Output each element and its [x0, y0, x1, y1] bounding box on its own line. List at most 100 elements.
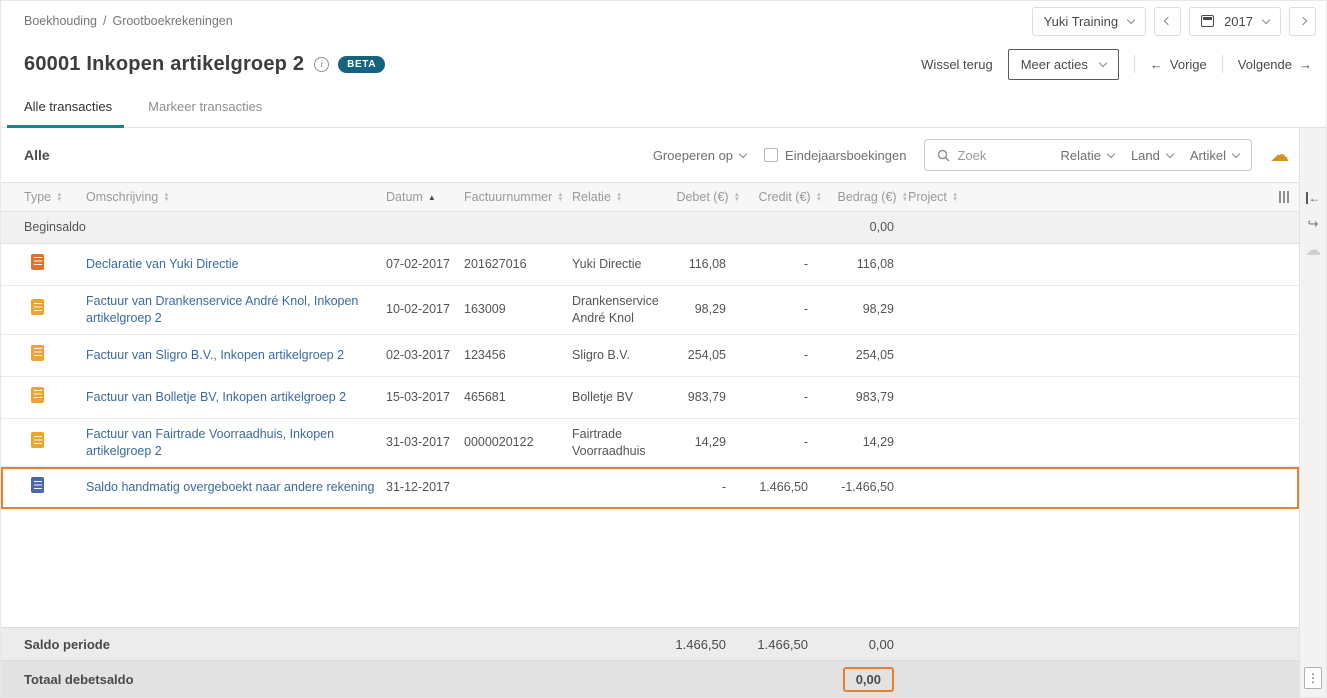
- administration-selector[interactable]: Yuki Training: [1031, 6, 1147, 36]
- volgende-label: Volgende: [1237, 56, 1292, 72]
- trailing-cell: [1261, 303, 1297, 317]
- groeperen-op-dropdown[interactable]: Groeperen op: [652, 147, 748, 163]
- meer-acties-button[interactable]: Meer acties: [1007, 48, 1119, 80]
- page-title: 60001 Inkopen artikelgroep 2: [24, 52, 305, 75]
- column-label: Project: [908, 190, 947, 204]
- transaction-row[interactable]: Factuur van Fairtrade Voorraadhuis, Inko…: [1, 418, 1299, 468]
- bedrag-cell: 116,08: [856, 256, 894, 271]
- transaction-row[interactable]: Factuur van Bolletje BV, Inkopen artikel…: [1, 376, 1299, 419]
- type-cell: [24, 470, 86, 505]
- datum-cell: 02-03-2017: [386, 347, 450, 362]
- transaction-description-link[interactable]: Factuur van Sligro B.V., Inkopen artikel…: [86, 348, 344, 362]
- column-header-omschrijving[interactable]: Omschrijving ▲ ▼: [86, 190, 386, 204]
- chevron-down-icon: [738, 149, 748, 158]
- invoice-document-icon: [31, 344, 44, 361]
- app-window: Boekhouding / Grootboekrekeningen Yuki T…: [0, 0, 1327, 698]
- info-icon[interactable]: i: [314, 56, 330, 72]
- transaction-row[interactable]: Factuur van Drankenservice André Knol, I…: [1, 285, 1299, 335]
- tab-alle-transacties[interactable]: Alle transacties: [6, 95, 125, 128]
- topbar: Boekhouding / Grootboekrekeningen Yuki T…: [1, 1, 1326, 41]
- type-cell: [24, 338, 86, 373]
- chevron-right-icon: [1298, 16, 1307, 26]
- transaction-rows: Declaratie van Yuki Directie 07-02-2017 20…: [1, 243, 1299, 510]
- wissel-terug-link[interactable]: Wissel terug: [921, 57, 993, 72]
- previous-year-button[interactable]: [1154, 6, 1182, 36]
- trailing-cell: [1261, 436, 1297, 450]
- row-options-button[interactable]: ⋮: [1304, 667, 1322, 689]
- debet-cell: 254,05: [687, 347, 726, 362]
- breadcrumb-boekhouding[interactable]: Boekhouding: [24, 14, 97, 28]
- filter-controls: Groeperen op Eindejaarsboekingen Re: [653, 139, 1289, 171]
- transaction-description-link[interactable]: Declaratie van Yuki Directie: [86, 257, 239, 271]
- eindejaarsboekingen-checkbox-wrap[interactable]: Eindejaarsboekingen: [764, 148, 906, 163]
- transaction-description-link[interactable]: Saldo handmatig overgeboekt naar andere …: [86, 480, 374, 494]
- land-dropdown[interactable]: Land: [1130, 147, 1175, 163]
- column-header-credit[interactable]: Credit (€) ▲ ▼: [740, 190, 822, 204]
- groeperen-op-label: Groeperen op: [652, 147, 734, 163]
- transaction-row[interactable]: Saldo handmatig overgeboekt naar andere …: [1, 467, 1299, 510]
- debet-cell: 116,08: [688, 256, 726, 271]
- empty-area: [1, 509, 1299, 627]
- project-cell: [908, 257, 1261, 271]
- trailing-cell: [1261, 257, 1297, 271]
- column-label: Omschrijving: [86, 190, 159, 204]
- saldo-periode-debet: 1.466,50: [675, 636, 726, 652]
- credit-cell: -: [803, 302, 808, 317]
- export-cloud-icon[interactable]: ☁: [1270, 146, 1289, 165]
- bedrag-cell: -1.466,50: [841, 480, 894, 495]
- transaction-description-link[interactable]: Factuur van Bolletje BV, Inkopen artikel…: [86, 390, 346, 404]
- transaction-description-link[interactable]: Factuur van Drankenservice André Knol, I…: [86, 294, 358, 325]
- redo-arrow-icon[interactable]: ↪: [1308, 217, 1319, 230]
- saldo-periode-bedrag: 0,00: [868, 636, 894, 652]
- search-input[interactable]: [957, 147, 1044, 163]
- artikel-dropdown[interactable]: Artikel: [1190, 148, 1241, 163]
- datum-cell: 15-03-2017: [386, 389, 450, 404]
- credit-cell: -: [803, 435, 808, 450]
- next-year-button[interactable]: [1289, 6, 1316, 36]
- vorige-link[interactable]: ← Vorige: [1150, 57, 1207, 72]
- column-label: Relatie: [572, 190, 611, 204]
- cloud-disabled-icon[interactable]: ☁: [1305, 243, 1321, 259]
- transaction-row[interactable]: Declaratie van Yuki Directie 07-02-2017 20…: [1, 243, 1299, 286]
- breadcrumb-grootboekrekeningen[interactable]: Grootboekrekeningen: [112, 14, 232, 28]
- type-cell: [24, 425, 86, 460]
- journal-document-icon: [31, 477, 44, 494]
- land-label: Land: [1130, 147, 1160, 163]
- year-selector[interactable]: 2017: [1189, 6, 1281, 36]
- bedrag-cell: 254,05: [855, 347, 894, 362]
- relatie-cell: Sligro B.V.: [572, 347, 630, 362]
- project-cell: [908, 348, 1261, 362]
- divider: [1133, 55, 1135, 73]
- tab-bar: Alle transacties Markeer transacties: [1, 87, 1326, 128]
- column-header-factuurnummer[interactable]: Factuurnummer ▲ ▼: [464, 190, 572, 204]
- datum-cell: 10-02-2017: [386, 302, 450, 317]
- title-row: 60001 Inkopen artikelgroep 2 i BETA Wiss…: [1, 41, 1326, 87]
- column-header-relatie[interactable]: Relatie ▲ ▼: [572, 190, 668, 204]
- transaction-row[interactable]: Factuur van Sligro B.V., Inkopen artikel…: [1, 334, 1299, 377]
- column-header-debet[interactable]: Debet (€) ▲ ▼: [668, 190, 740, 204]
- column-header-datum[interactable]: Datum ▲: [386, 190, 464, 204]
- transaction-description-link[interactable]: Factuur van Fairtrade Voorraadhuis, Inko…: [86, 427, 334, 458]
- topbar-right: Yuki Training 2017: [1031, 6, 1316, 36]
- debet-cell: 983,79: [687, 389, 726, 404]
- bedrag-cell: 98,29: [862, 302, 894, 317]
- column-header-project[interactable]: Project ▲ ▼: [908, 190, 1261, 204]
- totaal-debetsaldo-bedrag-highlighted: 0,00: [842, 666, 894, 692]
- bedrag-cell: 983,79: [855, 389, 894, 404]
- beginsaldo-row: Beginsaldo 0,00: [1, 212, 1299, 244]
- column-header-type[interactable]: Type ▲ ▼: [24, 190, 86, 204]
- column-options-icon[interactable]: [1261, 191, 1297, 203]
- content: Alle Groeperen op Eindejaarsboekingen Zo…: [1, 128, 1326, 697]
- checkbox-unchecked[interactable]: [764, 148, 779, 162]
- year-value: 2017: [1224, 13, 1253, 29]
- column-label: Credit (€): [758, 190, 811, 204]
- title-actions: Wissel terug Meer acties ← Vorige Volgen…: [921, 48, 1312, 80]
- tab-markeer-transacties[interactable]: Markeer transacties: [148, 95, 262, 127]
- volgende-link[interactable]: Volgende →: [1238, 57, 1312, 72]
- column-header-bedrag[interactable]: Bedrag (€) ▲ ▼: [822, 190, 909, 204]
- right-rail: ← ↪ ☁ ⋮: [1299, 128, 1326, 697]
- collapse-panel-icon[interactable]: ←: [1305, 192, 1321, 204]
- column-label: Bedrag (€): [837, 190, 897, 204]
- debet-cell: -: [721, 480, 726, 495]
- relatie-dropdown[interactable]: Relatie: [1060, 148, 1116, 163]
